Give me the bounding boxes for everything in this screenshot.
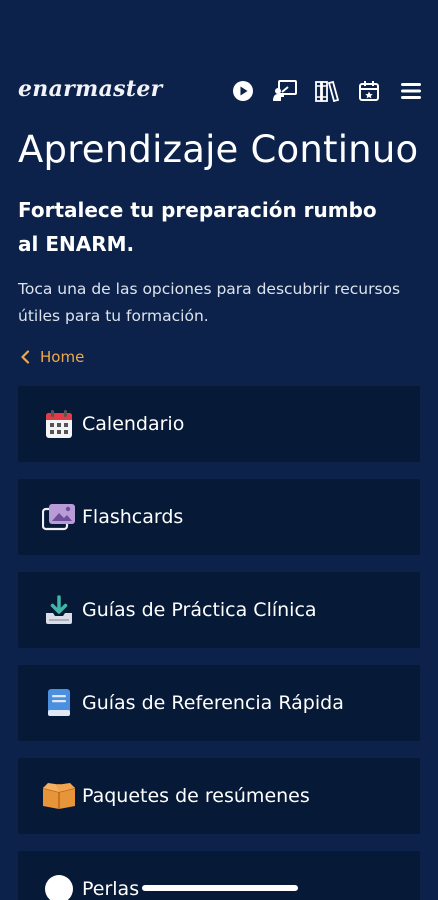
menu-item-paquetes-resumenes[interactable]: Paquetes de resúmenes bbox=[18, 758, 420, 834]
play-icon[interactable] bbox=[230, 78, 256, 104]
calendar-icon bbox=[42, 407, 76, 441]
page-description: Toca una de las opciones para descubrir … bbox=[18, 280, 401, 325]
flashcards-icon bbox=[42, 500, 76, 534]
menu-item-label: Paquetes de resúmenes bbox=[82, 785, 310, 807]
menu-item-label: Guías de Referencia Rápida bbox=[82, 692, 344, 714]
package-box-icon bbox=[42, 779, 76, 813]
chevron-left-icon bbox=[20, 350, 30, 364]
teacher-board-icon[interactable] bbox=[272, 78, 298, 104]
book-icon bbox=[42, 686, 76, 720]
pearl-icon bbox=[42, 872, 76, 900]
hamburger-menu-icon[interactable] bbox=[398, 78, 424, 104]
menu-item-label: Calendario bbox=[82, 413, 185, 435]
menu-item-perlas[interactable]: Perlas bbox=[18, 851, 420, 900]
page-title: Aprendizaje Continuo bbox=[18, 128, 419, 171]
menu-item-label: Guías de Práctica Clínica bbox=[82, 599, 317, 621]
menu-item-label: Flashcards bbox=[82, 506, 184, 528]
menu-item-calendario[interactable]: Calendario bbox=[18, 386, 420, 462]
back-link-label: Home bbox=[40, 348, 85, 366]
home-indicator-bar[interactable] bbox=[142, 885, 298, 891]
page-subtitle: Fortalece tu preparación rumbo al ENARM. bbox=[18, 198, 377, 256]
calendar-icon[interactable] bbox=[356, 78, 382, 104]
menu-item-flashcards[interactable]: Flashcards bbox=[18, 479, 420, 555]
nav-icon-group bbox=[214, 78, 424, 104]
back-to-home-link[interactable]: Home bbox=[20, 346, 84, 368]
menu-item-guias-referencia-rapida[interactable]: Guías de Referencia Rápida bbox=[18, 665, 420, 741]
app-screen: enarmaster Aprendizaje Continuo Fortalec… bbox=[0, 0, 438, 900]
books-icon[interactable] bbox=[314, 78, 340, 104]
app-logo[interactable]: enarmaster bbox=[18, 76, 163, 102]
download-tray-icon bbox=[42, 593, 76, 627]
top-navigation-bar: enarmaster bbox=[0, 72, 438, 108]
menu-item-label: Perlas bbox=[82, 878, 140, 900]
menu-item-guias-practica-clinica[interactable]: Guías de Práctica Clínica bbox=[18, 572, 420, 648]
